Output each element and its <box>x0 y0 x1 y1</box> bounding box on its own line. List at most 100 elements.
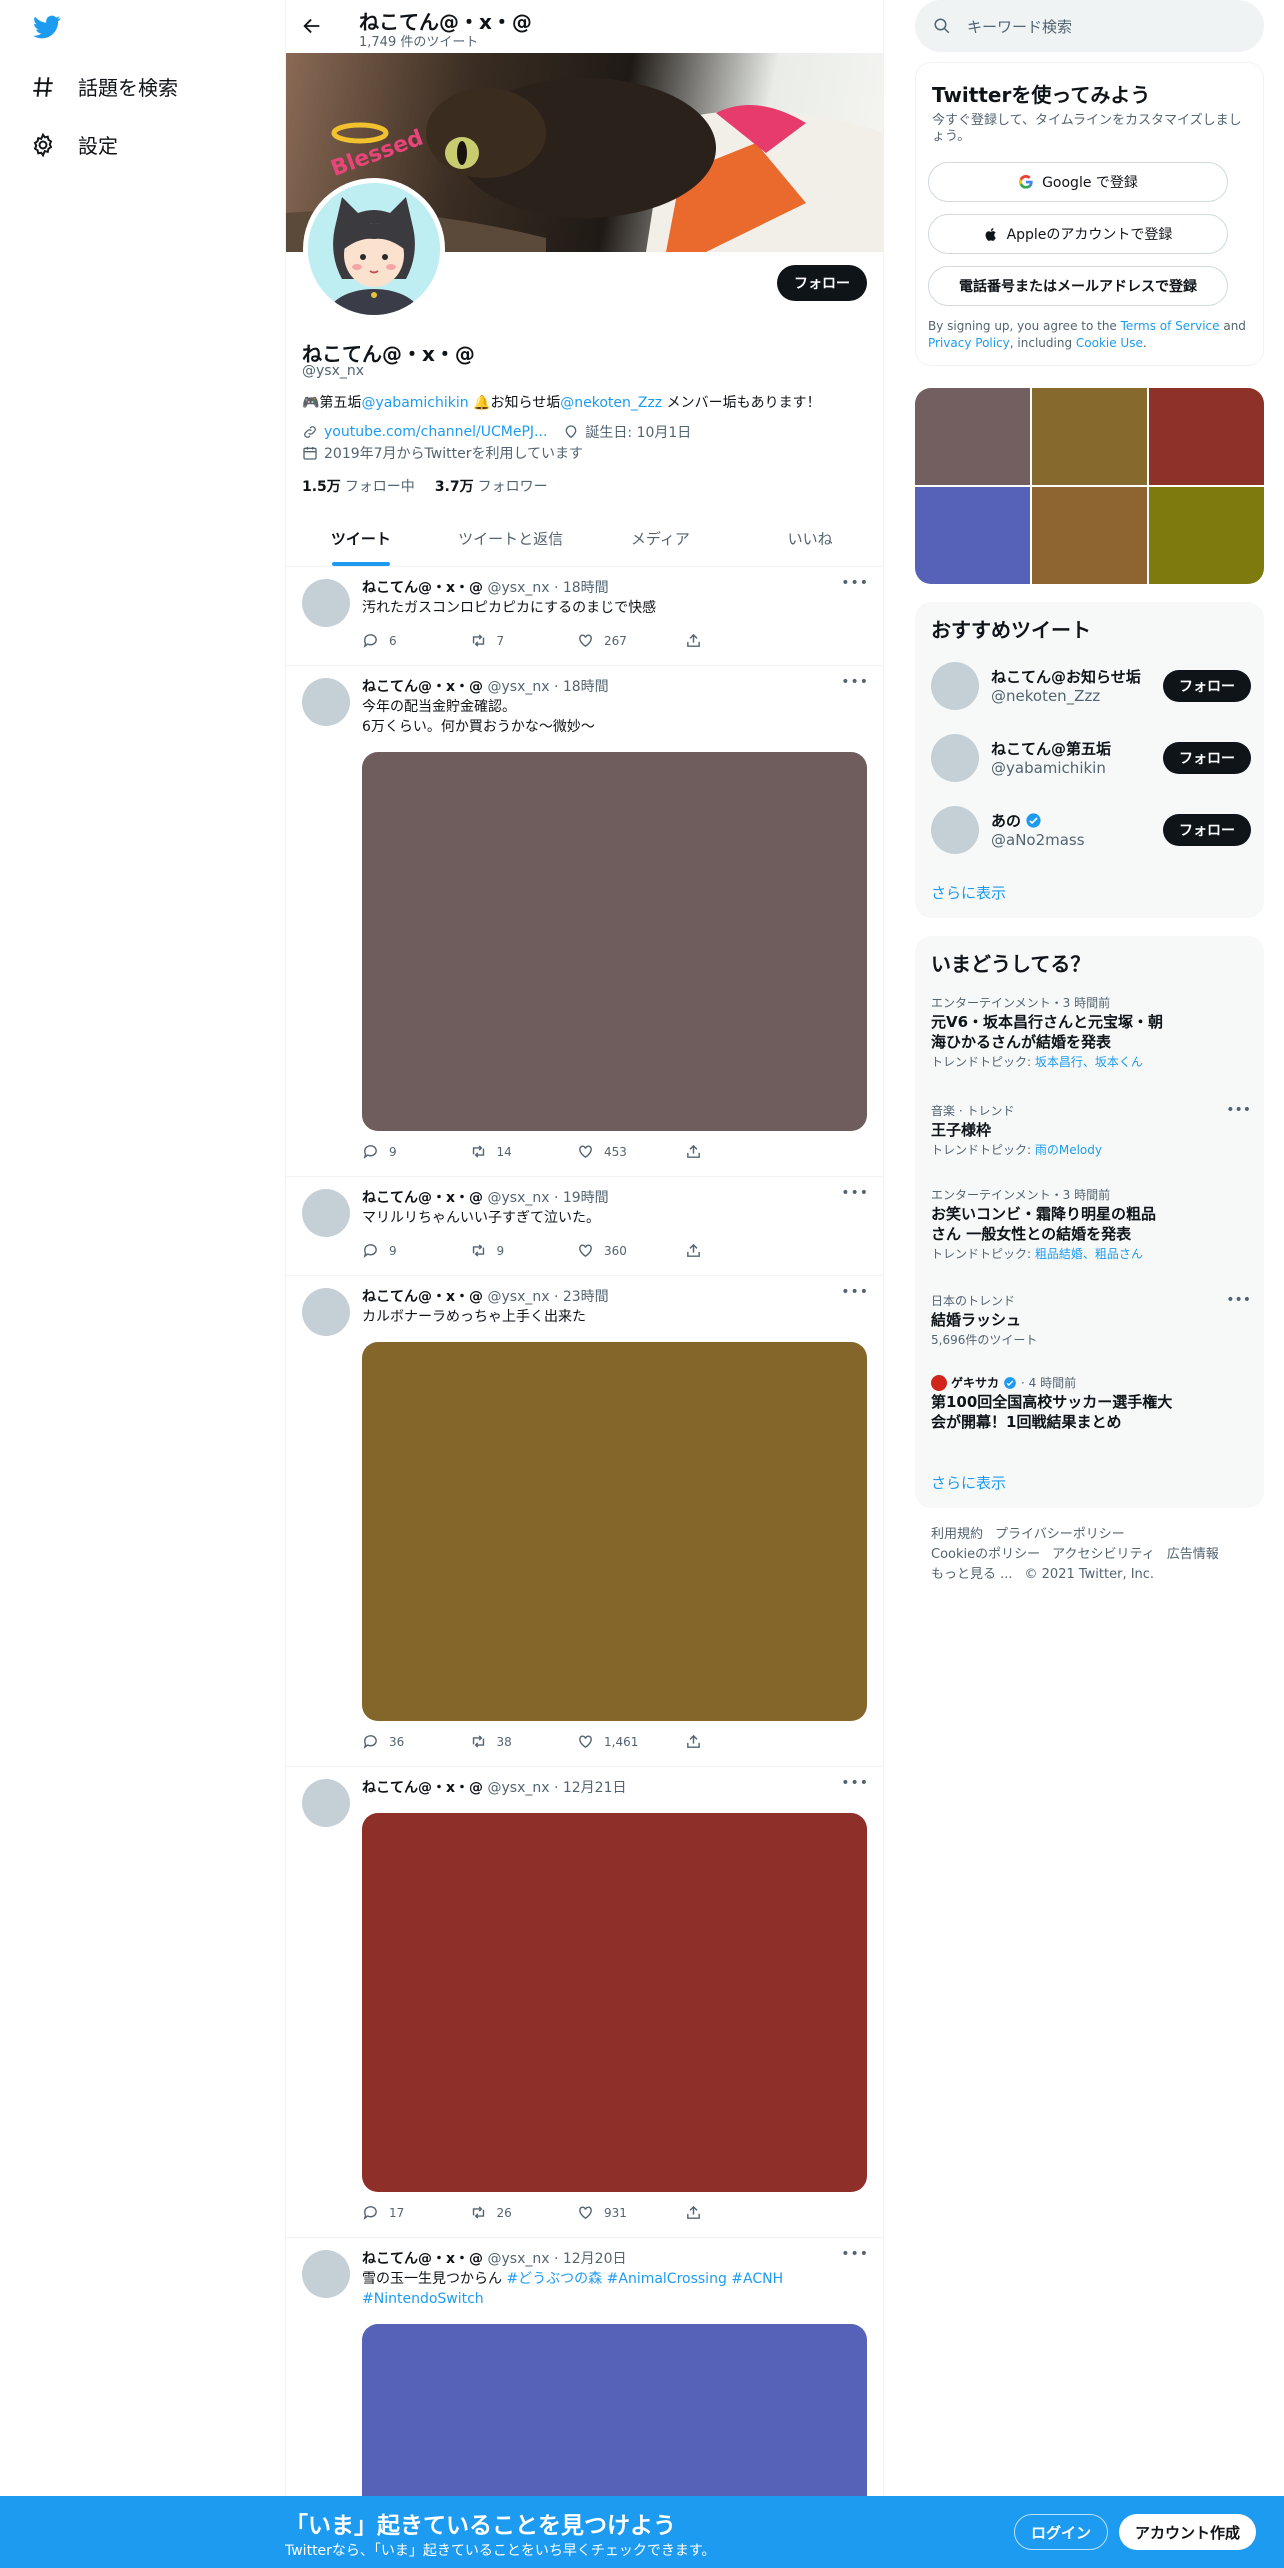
tweet-avatar[interactable] <box>302 2250 350 2298</box>
tweet[interactable]: ねこてん@・x・@ @ysx_nx · 19時間 ••• マリルリちゃんいい子す… <box>286 1177 883 1276</box>
reply-button[interactable]: 9 <box>362 1143 470 1160</box>
tweet-avatar[interactable] <box>302 1189 350 1237</box>
avatar[interactable] <box>931 734 979 782</box>
like-button[interactable]: 267 <box>577 632 685 649</box>
trend-more-icon[interactable]: ••• <box>1226 1292 1251 1308</box>
followers-stat[interactable]: 3.7万 フォロワー <box>435 476 548 496</box>
tweet-more-icon[interactable]: ••• <box>841 575 869 591</box>
share-icon <box>686 2205 700 2219</box>
share-button[interactable] <box>685 2204 793 2221</box>
tweet-actions: 9 9 360 <box>362 1242 792 1259</box>
tab-tweets-replies[interactable]: ツイートと返信 <box>436 510 586 566</box>
nav-explore[interactable]: 話題を検索 <box>30 72 178 101</box>
tweet-more-icon[interactable]: ••• <box>841 1284 869 1300</box>
media-thumb[interactable] <box>915 487 1030 584</box>
search-bar[interactable]: キーワード検索 <box>915 0 1264 52</box>
media-thumb[interactable] <box>915 388 1030 485</box>
tweet[interactable]: ねこてん@・x・@ @ysx_nx · 23時間 ••• カルボナーラめっちゃ上… <box>286 1276 883 1767</box>
retweet-button[interactable]: 38 <box>470 1733 578 1750</box>
back-arrow-icon[interactable] <box>301 15 323 37</box>
tweet-media[interactable] <box>362 1342 867 1721</box>
reply-button[interactable]: 17 <box>362 2204 470 2221</box>
follow-suggestion[interactable]: あの @aNo2mass フォロー <box>931 802 1251 858</box>
follow-button[interactable]: フォロー <box>777 265 867 301</box>
tweet-media[interactable] <box>362 752 867 1131</box>
reply-button[interactable]: 36 <box>362 1733 470 1750</box>
tweet-hashtag-switch[interactable]: #NintendoSwitch <box>362 2291 484 2307</box>
bio-mention-nekoten[interactable]: @nekoten_Zzz <box>560 395 662 411</box>
tab-media[interactable]: メディア <box>586 510 736 566</box>
trend-item[interactable]: エンターテインメント・3 時間前 お笑いコンビ・霜降り明星の粗品 さん 一般女性… <box>931 1186 1251 1264</box>
google-signup-button[interactable]: Google で登録 <box>928 162 1228 202</box>
profile-avatar[interactable] <box>303 178 445 320</box>
follow-button[interactable]: フォロー <box>1163 742 1251 774</box>
phone-email-signup-button[interactable]: 電話番号またはメールアドレスで登録 <box>928 266 1228 306</box>
tab-likes[interactable]: いいね <box>735 510 883 566</box>
trend-item[interactable]: ••• 音楽 · トレンド 王子様枠 トレンドトピック: 雨のMelody <box>931 1102 1251 1160</box>
profile-website-link[interactable]: youtube.com/channel/UCMePJ... <box>324 424 547 440</box>
twitter-logo-icon[interactable] <box>30 13 64 41</box>
trend-item[interactable]: ••• 日本のトレンド 結婚ラッシュ 5,696件のツイート <box>931 1292 1251 1350</box>
footer-link[interactable]: 広告情報 <box>1167 1547 1219 1562</box>
footer-link[interactable]: Cookieのポリシー <box>931 1547 1040 1562</box>
tweet-avatar[interactable] <box>302 579 350 627</box>
trend-more-icon[interactable]: ••• <box>1226 1102 1251 1118</box>
avatar[interactable] <box>931 806 979 854</box>
media-thumb[interactable] <box>1149 388 1264 485</box>
tweet[interactable]: ねこてん@・x・@ @ysx_nx · 12月21日 ••• 17 26 931 <box>286 1767 883 2238</box>
media-thumb[interactable] <box>1032 388 1147 485</box>
follow-suggestion[interactable]: ねこてん@お知らせ垢 @nekoten_Zzz フォロー <box>931 658 1251 714</box>
footer-more-link[interactable]: もっと見る ... <box>931 1567 1013 1582</box>
share-button[interactable] <box>685 1143 793 1160</box>
tweet-media[interactable] <box>362 1813 867 2192</box>
following-stat[interactable]: 1.5万 フォロー中 <box>302 476 415 496</box>
trend-item[interactable]: ゲキサカ · 4 時間前 第100回全国高校サッカー選手権大 会が開幕！1回戦結… <box>931 1374 1251 1432</box>
retweet-button[interactable]: 7 <box>470 632 578 649</box>
tweet-avatar[interactable] <box>302 678 350 726</box>
tweet-more-icon[interactable]: ••• <box>841 1185 869 1201</box>
like-button[interactable]: 931 <box>577 2204 685 2221</box>
follow-button[interactable]: フォロー <box>1163 814 1251 846</box>
tweet-avatar[interactable] <box>302 1288 350 1336</box>
reply-button[interactable]: 9 <box>362 1242 470 1259</box>
media-grid <box>915 388 1264 584</box>
create-account-button[interactable]: アカウント作成 <box>1119 2514 1257 2550</box>
like-button[interactable]: 360 <box>577 1242 685 1259</box>
cookie-link[interactable]: Cookie Use <box>1076 336 1143 350</box>
footer-link[interactable]: アクセシビリティ <box>1052 1547 1155 1562</box>
tweet-more-icon[interactable]: ••• <box>841 1775 869 1791</box>
privacy-link[interactable]: Privacy Policy <box>928 336 1010 350</box>
nav-settings[interactable]: 設定 <box>30 130 118 159</box>
share-button[interactable] <box>685 1242 793 1259</box>
retweet-button[interactable]: 26 <box>470 2204 578 2221</box>
tweet-avatar[interactable] <box>302 1779 350 1827</box>
apple-signup-button[interactable]: Appleのアカウントで登録 <box>928 214 1228 254</box>
share-button[interactable] <box>685 1733 793 1750</box>
tweet[interactable]: ねこてん@・x・@ @ysx_nx · 18時間 ••• 今年の配当金貯金確認。… <box>286 666 883 1177</box>
show-more-link[interactable]: さらに表示 <box>931 1472 1006 1493</box>
tweet[interactable]: ねこてん@・x・@ @ysx_nx · 18時間 ••• 汚れたガスコンロピカピ… <box>286 567 883 666</box>
follow-suggestion[interactable]: ねこてん@第五垢 @yabamichikin フォロー <box>931 730 1251 786</box>
media-thumb[interactable] <box>1032 487 1147 584</box>
trend-item[interactable]: エンターテインメント・3 時間前 元V6・坂本昌行さんと元宝塚・朝 海ひかるさん… <box>931 994 1251 1072</box>
tab-tweets[interactable]: ツイート <box>286 510 436 566</box>
retweet-button[interactable]: 14 <box>470 1143 578 1160</box>
like-button[interactable]: 453 <box>577 1143 685 1160</box>
footer-link[interactable]: 利用規約 <box>931 1527 983 1542</box>
bio-mention-yabamichikin[interactable]: @yabamichikin <box>361 395 468 411</box>
reply-button[interactable]: 6 <box>362 632 470 649</box>
media-thumb[interactable] <box>1149 487 1264 584</box>
tweet-more-icon[interactable]: ••• <box>841 674 869 690</box>
tweet-more-icon[interactable]: ••• <box>841 2246 869 2262</box>
tweet-hashtags[interactable]: #どうぶつの森 #AnimalCrossing #ACNH <box>506 2271 783 2287</box>
footer-link[interactable]: プライバシーポリシー <box>995 1527 1125 1542</box>
terms-link[interactable]: Terms of Service <box>1121 319 1220 333</box>
search-input[interactable]: キーワード検索 <box>967 16 1072 37</box>
share-button[interactable] <box>685 632 793 649</box>
show-more-link[interactable]: さらに表示 <box>931 882 1006 903</box>
follow-button[interactable]: フォロー <box>1163 670 1251 702</box>
avatar[interactable] <box>931 662 979 710</box>
retweet-button[interactable]: 9 <box>470 1242 578 1259</box>
like-button[interactable]: 1,461 <box>577 1733 685 1750</box>
login-button[interactable]: ログイン <box>1014 2514 1109 2550</box>
